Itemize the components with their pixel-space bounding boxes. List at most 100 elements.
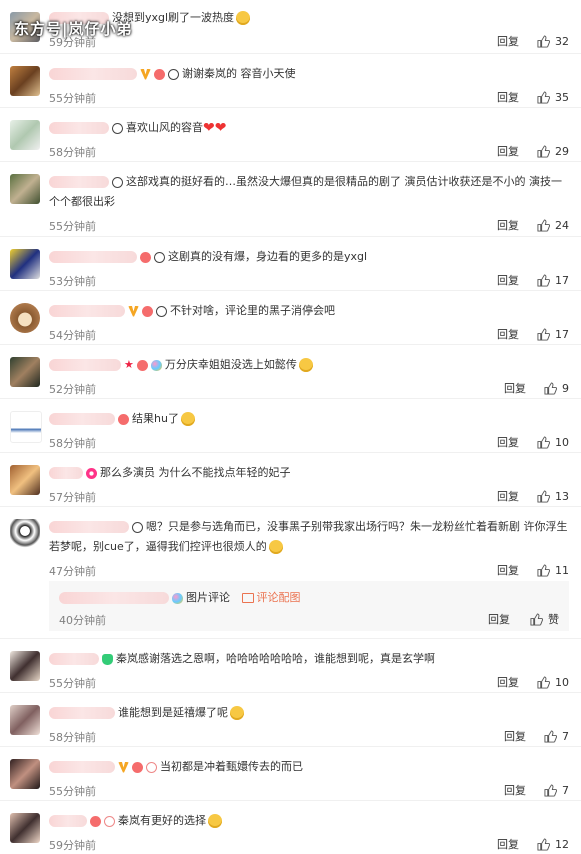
username-blurred[interactable] [49, 653, 99, 665]
avatar[interactable] [10, 813, 40, 843]
avatar[interactable] [10, 249, 40, 279]
thumbs-up-icon[interactable] [537, 34, 550, 48]
username-blurred[interactable] [49, 467, 83, 479]
comment-text: 这部戏真的挺好看的…虽然没大爆但真的是很精品的剧了 演员估计收获还是不小的 演技… [49, 175, 562, 208]
panda-badge-icon [168, 68, 179, 80]
avatar[interactable] [10, 174, 40, 204]
reply-button[interactable]: 回复 [497, 33, 519, 49]
username-blurred[interactable] [49, 122, 109, 134]
comment-text: 秦岚感谢落选之恩啊，哈哈哈哈哈哈哈，谁能想到呢，真是玄学啊 [116, 652, 435, 665]
thumbs-up-icon[interactable] [537, 489, 550, 503]
avatar[interactable] [10, 411, 42, 443]
grin-emoji-icon [230, 706, 244, 720]
comment-item: 秦岚感谢落选之恩啊，哈哈哈哈哈哈哈，谁能想到呢，真是玄学啊 55分钟前 回复 1… [0, 639, 581, 693]
like-count: 35 [555, 90, 569, 104]
username-blurred[interactable] [49, 359, 121, 371]
avatar[interactable] [10, 120, 40, 150]
avatar[interactable] [10, 357, 40, 387]
comment-actions: 回复 17 [497, 326, 569, 342]
fan-badge-icon [154, 68, 165, 80]
username-blurred[interactable] [49, 68, 137, 80]
username-blurred[interactable] [59, 592, 169, 604]
heart-icon: ❤❤ [203, 120, 227, 136]
fan-badge-icon [142, 305, 153, 317]
comment-item: 不针对啥，评论里的黑子消停会吧 54分钟前 回复 17 [0, 291, 581, 345]
reply-button[interactable]: 回复 [497, 562, 519, 578]
like-count: 12 [555, 837, 569, 851]
username-blurred[interactable] [49, 305, 125, 317]
reply-button[interactable]: 回复 [497, 434, 519, 450]
reply-button[interactable]: 回复 [504, 782, 526, 798]
thumbs-up-icon[interactable] [537, 90, 550, 104]
comment-text: 万分庆幸姐姐没选上如懿传 [164, 358, 297, 371]
reply-button[interactable]: 回复 [504, 380, 526, 396]
thumbs-up-icon[interactable] [537, 837, 550, 851]
frog-badge-icon [102, 653, 113, 665]
username-blurred[interactable] [49, 413, 115, 425]
watermark: 东方号|岚仔小弟 [14, 20, 133, 38]
reply-button[interactable]: 回复 [497, 89, 519, 105]
reply-button[interactable]: 回复 [497, 674, 519, 690]
avatar[interactable] [10, 519, 40, 549]
like-count: 9 [562, 381, 569, 395]
reply-button[interactable]: 回复 [497, 143, 519, 159]
like-count: 11 [555, 563, 569, 577]
thumbs-up-icon[interactable] [544, 381, 557, 395]
comment-time: 53分钟前 [49, 275, 96, 288]
avatar[interactable] [10, 651, 40, 681]
verified-v-icon [118, 761, 129, 773]
like-count: 24 [555, 218, 569, 232]
username-blurred[interactable] [49, 815, 87, 827]
thumbs-up-icon[interactable] [544, 729, 557, 743]
reply-button[interactable]: 回复 [497, 326, 519, 342]
thumbs-up-icon[interactable] [537, 327, 550, 341]
thumbs-up-icon[interactable] [537, 563, 550, 577]
reply-button[interactable]: 回复 [497, 217, 519, 233]
fan-badge-icon [90, 815, 101, 827]
thumbs-up-icon[interactable] [537, 218, 550, 232]
sub-reply-time: 40分钟前 [59, 614, 106, 627]
comment-time: 58分钟前 [49, 437, 96, 450]
avatar[interactable] [10, 66, 40, 96]
comment-text: 喜欢山风的容音 [126, 121, 203, 134]
comment-actions: 回复 7 [504, 782, 569, 798]
thumbs-up-icon[interactable] [537, 273, 550, 287]
reply-button[interactable]: 回复 [497, 836, 519, 852]
username-blurred[interactable] [49, 251, 137, 263]
pig-badge-icon [146, 761, 157, 773]
avatar[interactable] [10, 759, 40, 789]
comment-time: 55分钟前 [49, 220, 96, 233]
thumbs-up-icon[interactable] [537, 144, 550, 158]
reply-button[interactable]: 回复 [497, 272, 519, 288]
comment-item: 当初都是冲着甄嬛传去的而已 55分钟前 回复 7 [0, 747, 581, 801]
panda-badge-icon [154, 251, 165, 263]
reply-button[interactable]: 回复 [504, 728, 526, 744]
panda-badge-icon [112, 122, 123, 134]
username-blurred[interactable] [49, 176, 109, 188]
star-badge-icon: ★ [124, 358, 134, 371]
panda-badge-icon [156, 305, 167, 317]
avatar[interactable] [10, 303, 40, 333]
username-blurred[interactable] [49, 521, 129, 533]
thumbs-up-icon[interactable] [544, 783, 557, 797]
like-count: 17 [555, 273, 569, 287]
fan-badge-icon [140, 251, 151, 263]
pic-match-link[interactable]: 评论配图 [241, 591, 301, 604]
sub-like-label[interactable]: 赞 [548, 611, 559, 627]
username-blurred[interactable] [49, 761, 115, 773]
pic-comment-label: 图片评论 [186, 591, 230, 604]
thumbs-up-icon[interactable] [530, 612, 543, 626]
thumbs-up-icon[interactable] [537, 675, 550, 689]
thumbs-up-icon[interactable] [537, 435, 550, 449]
avatar[interactable] [10, 705, 40, 735]
reply-button[interactable]: 回复 [497, 488, 519, 504]
username-blurred[interactable] [49, 707, 115, 719]
avatar[interactable] [10, 465, 40, 495]
comment-text: 那么多演员 为什么不能找点年轻的妃子 [100, 466, 291, 479]
comment-actions: 回复 13 [497, 488, 569, 504]
image-icon [241, 593, 254, 603]
comment-actions: 回复 9 [504, 380, 569, 396]
like-count: 13 [555, 489, 569, 503]
comment-list: 没想到yxgl刷了一波热度 59分钟前 回复 32 谢谢秦岚的 容音小天使 55… [0, 0, 581, 854]
sub-reply-button[interactable]: 回复 [488, 611, 510, 627]
